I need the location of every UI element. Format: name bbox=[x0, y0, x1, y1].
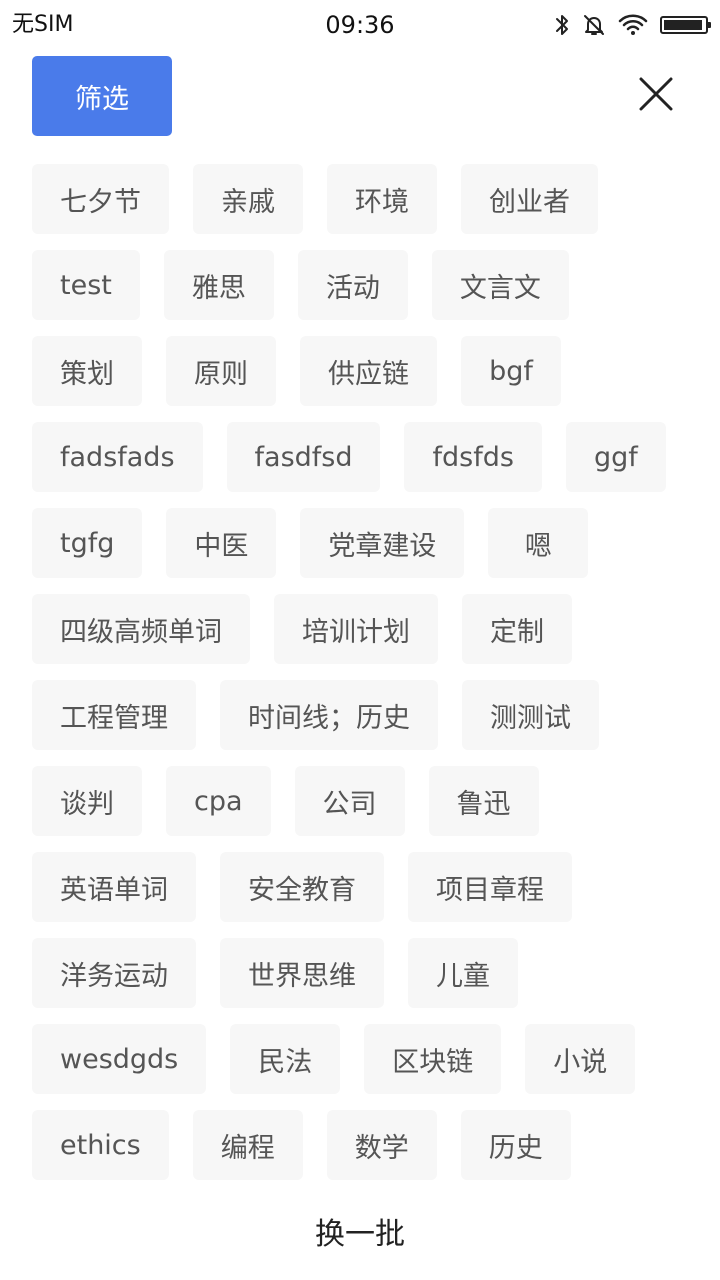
tag-row: tgfg 中医 党章建设嗯 bbox=[32, 508, 692, 578]
tag-row: 洋务运动 世界思维 儿童 bbox=[32, 938, 692, 1008]
tag-chip[interactable]: 培训计划 bbox=[274, 594, 438, 664]
status-icons bbox=[554, 10, 711, 40]
battery-icon bbox=[660, 16, 711, 34]
battery-level bbox=[664, 20, 702, 30]
tag-chip[interactable]: 英语单词 bbox=[32, 852, 196, 922]
tag-chip[interactable]: 供应链 bbox=[300, 336, 437, 406]
close-icon bbox=[639, 77, 673, 115]
tag-chip[interactable]: cpa bbox=[166, 766, 271, 836]
tag-chip[interactable]: 历史 bbox=[460, 1110, 571, 1180]
tag-chip[interactable]: 安全教育 bbox=[220, 852, 384, 922]
tag-chip[interactable]: 编程 bbox=[192, 1110, 303, 1180]
tag-chip[interactable]: 小说 bbox=[525, 1024, 636, 1094]
tag-row: ethics 编程 数学 历史 bbox=[32, 1110, 692, 1180]
tag-row: 四级高频单词 培训计划 定制 bbox=[32, 594, 692, 664]
tag-grid: 七夕节 亲戚 环境 创业者 test 雅思 活动 文言文 策划 原则 供应链 bgf fadsfads f… bbox=[32, 164, 692, 1196]
tag-chip[interactable]: 嗯 bbox=[488, 508, 589, 578]
mute-icon bbox=[582, 13, 606, 37]
tag-chip[interactable]: 洋务运动 bbox=[32, 938, 196, 1008]
tag-chip[interactable]: wesdgds bbox=[32, 1024, 207, 1094]
tag-chip[interactable]: fdsfds bbox=[404, 422, 542, 492]
tag-row: 七夕节 亲戚 环境 创业者 bbox=[32, 164, 692, 234]
tag-row: 谈判 cpa 公司 鲁迅 bbox=[32, 766, 692, 836]
tag-chip[interactable]: ggf bbox=[565, 422, 666, 492]
tag-chip[interactable]: 原则 bbox=[166, 336, 276, 406]
tag-row: 工程管理 时间线；历史 测测试 bbox=[32, 680, 692, 750]
tag-chip[interactable]: 亲戚 bbox=[193, 164, 303, 234]
tag-chip[interactable]: 谈判 bbox=[32, 766, 142, 836]
wifi-icon bbox=[618, 13, 648, 37]
tag-chip[interactable]: 区块链 bbox=[364, 1024, 502, 1094]
tag-chip[interactable]: tgfg bbox=[32, 508, 143, 578]
tag-chip[interactable]: 文言文 bbox=[431, 250, 569, 320]
tag-row: wesdgds 民法 区块链 小说 bbox=[32, 1024, 692, 1094]
tag-chip[interactable]: 民法 bbox=[230, 1024, 341, 1094]
tag-chip[interactable]: fasdfsd bbox=[226, 422, 381, 492]
bluetooth-icon bbox=[554, 13, 570, 37]
refresh-button[interactable]: 换一批 bbox=[0, 1206, 720, 1256]
tag-chip[interactable]: 党章建设 bbox=[300, 508, 465, 578]
tag-row: 英语单词 安全教育 项目章程 bbox=[32, 852, 692, 922]
tag-chip[interactable]: 七夕节 bbox=[32, 164, 169, 234]
tag-row: test 雅思 活动 文言文 bbox=[32, 250, 692, 320]
tag-chip[interactable]: 世界思维 bbox=[220, 938, 384, 1008]
tag-row: fadsfads fasdfsd fdsfds ggf bbox=[32, 422, 692, 492]
tag-chip[interactable]: 雅思 bbox=[163, 250, 274, 320]
close-button[interactable] bbox=[630, 70, 682, 122]
tag-chip[interactable]: 项目章程 bbox=[408, 852, 572, 922]
tag-chip[interactable]: 活动 bbox=[297, 250, 408, 320]
status-bar: 无SIM 09:36 bbox=[0, 0, 720, 50]
tag-chip[interactable]: 测测试 bbox=[462, 680, 599, 750]
tag-chip[interactable]: 时间线；历史 bbox=[220, 680, 438, 750]
tag-chip[interactable]: 工程管理 bbox=[32, 680, 196, 750]
tag-chip[interactable]: 四级高频单词 bbox=[32, 594, 250, 664]
tag-chip[interactable]: ethics bbox=[32, 1110, 169, 1180]
tag-chip[interactable]: 定制 bbox=[462, 594, 572, 664]
tag-chip[interactable]: 儿童 bbox=[408, 938, 518, 1008]
tag-chip[interactable]: 策划 bbox=[32, 336, 142, 406]
tag-chip[interactable]: test bbox=[32, 250, 140, 320]
tag-filter-screen: 无SIM 09:36 筛选 七夕节 亲戚 环境 创业者 test 雅思 活动 文… bbox=[0, 0, 720, 1280]
tag-chip[interactable]: 鲁迅 bbox=[428, 766, 539, 836]
tag-chip[interactable]: 中医 bbox=[166, 508, 277, 578]
filter-button[interactable]: 筛选 bbox=[32, 56, 172, 136]
tag-chip[interactable]: 环境 bbox=[327, 164, 437, 234]
tag-chip[interactable]: 创业者 bbox=[461, 164, 598, 234]
tag-chip[interactable]: bgf bbox=[461, 336, 561, 406]
tag-chip[interactable]: 数学 bbox=[326, 1110, 437, 1180]
tag-row: 策划 原则 供应链 bgf bbox=[32, 336, 692, 406]
tag-chip[interactable]: 公司 bbox=[294, 766, 405, 836]
tag-chip[interactable]: fadsfads bbox=[32, 422, 203, 492]
